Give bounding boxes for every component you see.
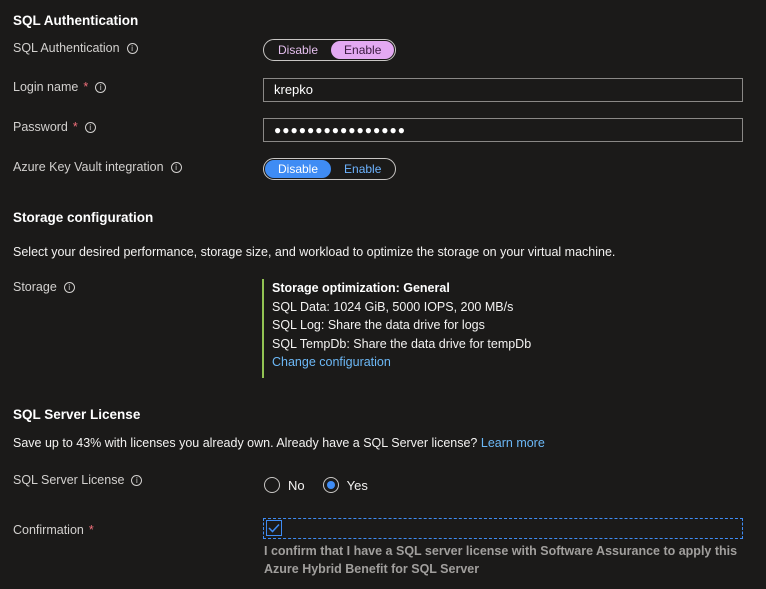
required-mark: *	[72, 120, 78, 134]
license-radio-group: No Yes	[264, 477, 368, 493]
login-name-label-text: Login name	[13, 80, 79, 94]
license-label: SQL Server License i	[13, 473, 143, 487]
akv-enable-option[interactable]: Enable	[331, 160, 394, 178]
confirmation-checkbox[interactable]	[266, 520, 282, 536]
info-icon[interactable]: i	[170, 161, 182, 173]
license-description-text: Save up to 43% with licenses you already…	[13, 436, 478, 450]
sql-auth-heading: SQL Authentication	[13, 13, 139, 28]
storage-sql-log: SQL Log: Share the data drive for logs	[272, 318, 485, 332]
confirmation-note-line2: Azure Hybrid Benefit for SQL Server	[264, 562, 480, 576]
sql-auth-disable-option[interactable]: Disable	[265, 41, 331, 59]
storage-label: Storage i	[13, 280, 75, 294]
akv-disable-option[interactable]: Disable	[265, 160, 332, 178]
login-name-input[interactable]: krepko	[263, 78, 743, 102]
required-mark: *	[83, 80, 89, 94]
info-icon[interactable]: i	[95, 81, 107, 93]
storage-heading: Storage configuration	[13, 210, 154, 225]
sql-auth-toggle: Disable Enable	[263, 39, 397, 61]
license-no-radio[interactable]	[264, 477, 280, 493]
storage-sql-data: SQL Data: 1024 GiB, 5000 IOPS, 200 MB/s	[272, 299, 514, 314]
confirmation-note: I confirm that I have a SQL server licen…	[264, 542, 754, 578]
license-description: Save up to 43% with licenses you already…	[13, 436, 545, 450]
password-label-text: Password	[13, 120, 68, 134]
confirmation-note-line1: I confirm that I have a SQL server licen…	[264, 544, 738, 558]
license-no-label[interactable]: No	[288, 478, 305, 493]
license-yes-radio[interactable]	[322, 477, 339, 493]
storage-optimization-title: Storage optimization: General	[272, 281, 450, 295]
sql-auth-enable-option[interactable]: Enable	[331, 41, 395, 59]
storage-sql-tempdb: SQL TempDb: Share the data drive for tem…	[272, 336, 532, 351]
license-label-text: SQL Server License	[13, 473, 125, 487]
akv-toggle: Disable Enable	[263, 158, 397, 180]
storage-summary: Storage optimization: General SQL Data: …	[262, 279, 531, 378]
password-label: Password * i	[13, 120, 96, 134]
info-icon[interactable]: i	[84, 121, 96, 133]
login-name-label: Login name * i	[13, 80, 107, 94]
storage-label-text: Storage	[13, 280, 57, 294]
sql-auth-label: SQL Authentication i	[13, 41, 138, 55]
confirmation-label: Confirmation *	[13, 523, 94, 537]
sql-auth-label-text: SQL Authentication	[13, 41, 120, 55]
akv-label: Azure Key Vault integration i	[13, 160, 182, 174]
info-icon[interactable]: i	[126, 42, 138, 54]
license-yes-label[interactable]: Yes	[347, 478, 368, 493]
learn-more-link[interactable]: Learn more	[481, 436, 545, 450]
license-heading: SQL Server License	[13, 407, 141, 422]
info-icon[interactable]: i	[131, 474, 143, 486]
confirmation-label-text: Confirmation	[13, 523, 84, 537]
storage-description: Select your desired performance, storage…	[13, 245, 616, 259]
required-mark: *	[88, 523, 94, 537]
checkmark-icon	[268, 523, 280, 533]
change-configuration-link[interactable]: Change configuration	[272, 353, 531, 372]
akv-label-text: Azure Key Vault integration	[13, 160, 164, 174]
info-icon[interactable]: i	[63, 281, 75, 293]
password-input[interactable]: ●●●●●●●●●●●●●●●●	[263, 118, 743, 142]
confirmation-checkbox-focus[interactable]	[263, 518, 743, 539]
